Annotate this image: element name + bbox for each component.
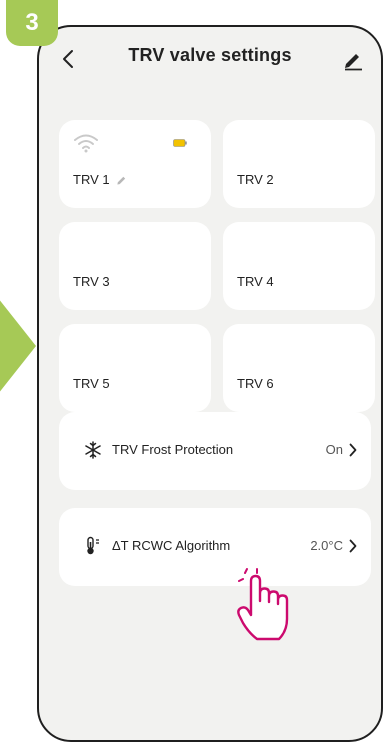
rcwc-algorithm-row[interactable]: ΔT RCWC Algorithm 2.0°C — [59, 508, 371, 586]
chevron-right-icon — [349, 443, 357, 457]
page-title: TRV valve settings — [128, 45, 292, 65]
trv-6-label: TRV 6 — [237, 376, 274, 391]
frost-protection-row[interactable]: TRV Frost Protection On — [59, 412, 371, 490]
trv-tile-label: TRV 4 — [237, 274, 274, 289]
trv-tile-2[interactable]: TRV 2 — [223, 120, 375, 208]
trv-tile-6[interactable]: TRV 6 — [223, 324, 375, 412]
phone-frame: TRV valve settings TRV 1 TRV 2 TRV 3 TRV… — [37, 25, 383, 742]
trv-tile-3[interactable]: TRV 3 — [59, 222, 211, 310]
rename-pencil-icon[interactable] — [116, 174, 127, 185]
frost-protection-label: TRV Frost Protection — [112, 442, 234, 457]
trv-tile-label: TRV 1 — [73, 172, 127, 187]
rcwc-algorithm-value: 2.0°C — [310, 538, 343, 553]
trv-tile-label: TRV 5 — [73, 376, 110, 391]
chevron-right-icon — [349, 539, 357, 553]
tap-hand-icon — [237, 568, 289, 641]
rcwc-algorithm-label: ΔT RCWC Algorithm — [112, 538, 231, 553]
trv-2-label: TRV 2 — [237, 172, 274, 187]
trv-tile-1[interactable]: TRV 1 — [59, 120, 211, 208]
trv-3-label: TRV 3 — [73, 274, 110, 289]
trv-5-label: TRV 5 — [73, 376, 110, 391]
trv-tile-label: TRV 6 — [237, 376, 274, 391]
frost-protection-value: On — [325, 442, 343, 457]
trv-tile-label: TRV 3 — [73, 274, 110, 289]
trv-4-label: TRV 4 — [237, 274, 274, 289]
trv-tile-5[interactable]: TRV 5 — [59, 324, 211, 412]
wifi-icon — [74, 134, 98, 153]
step-number-badge: 3 — [6, 0, 58, 46]
trv-tile-label: TRV 2 — [237, 172, 274, 187]
trv-grid: TRV 1 TRV 2 TRV 3 TRV 4 TRV 5 TRV 6 — [59, 120, 375, 412]
step-arrow-indicator — [0, 298, 36, 394]
header-bar: TRV valve settings — [39, 27, 381, 97]
pencil-icon[interactable] — [341, 47, 365, 71]
trv-1-label: TRV 1 — [73, 172, 110, 187]
thermometer-icon — [87, 536, 99, 555]
screen-canvas: TRV valve settings TRV 1 TRV 2 TRV 3 TRV… — [0, 0, 390, 753]
snowflake-icon — [85, 441, 101, 459]
battery-icon — [173, 139, 187, 147]
trv-tile-4[interactable]: TRV 4 — [223, 222, 375, 310]
